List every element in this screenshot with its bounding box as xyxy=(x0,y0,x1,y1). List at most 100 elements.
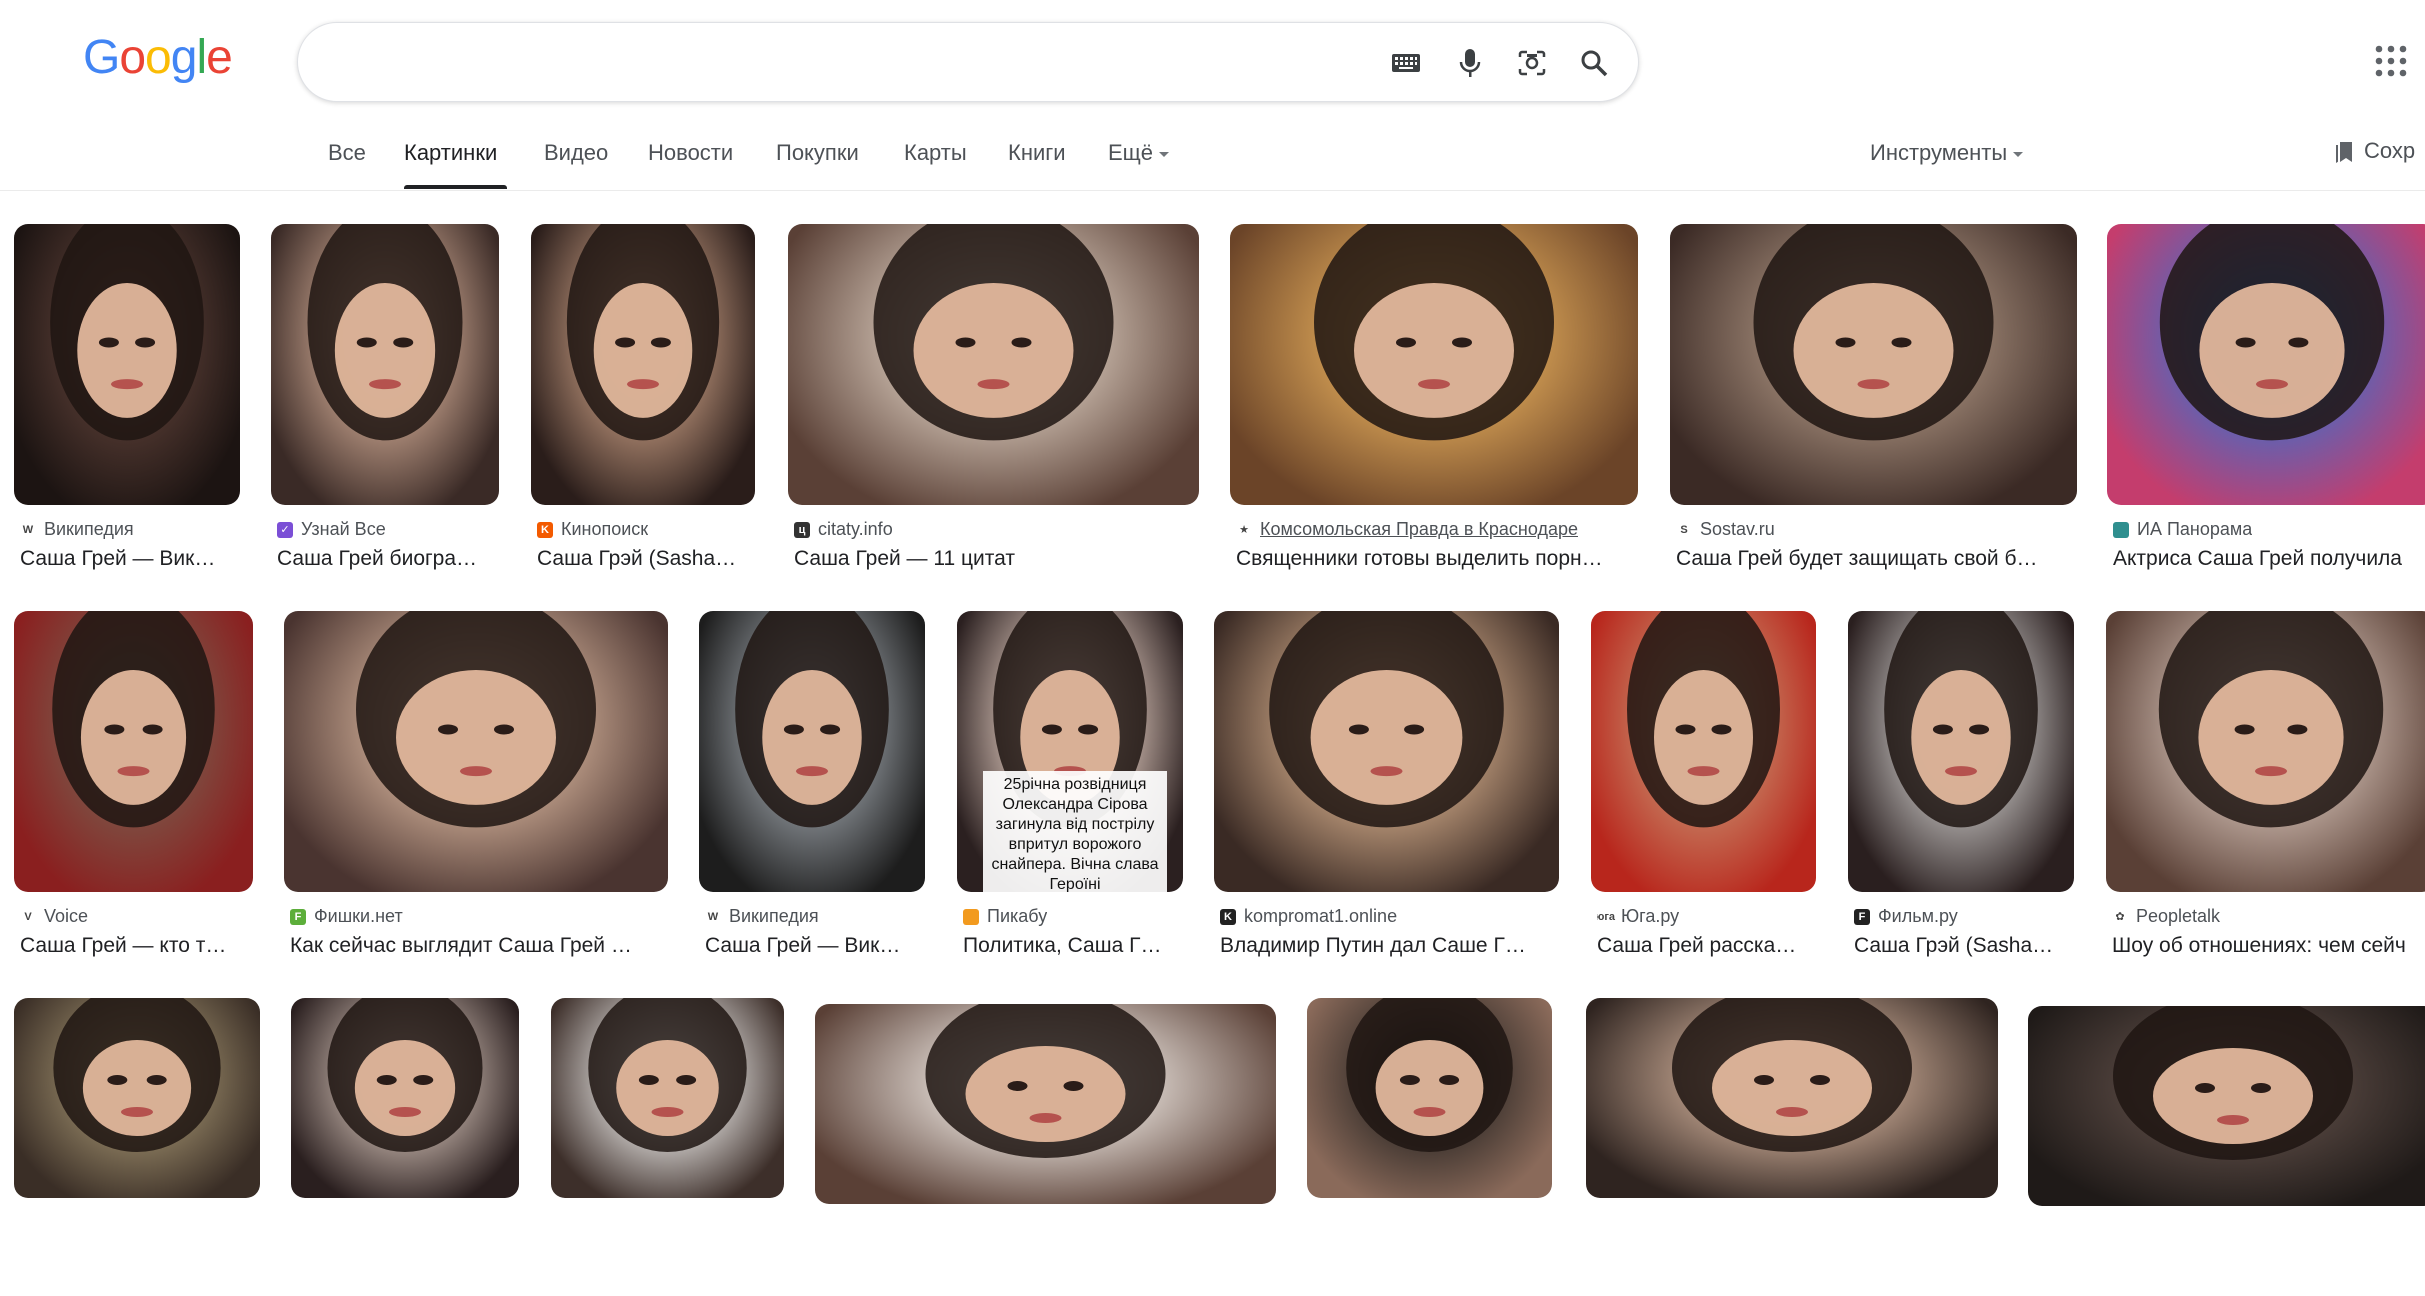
result-source[interactable]: юга Юга.ру xyxy=(1597,906,1679,927)
result-source[interactable]: Kkompromat1.online xyxy=(1220,906,1397,927)
image-result-card[interactable] xyxy=(291,998,519,1288)
result-thumbnail[interactable] xyxy=(284,611,668,892)
image-result-card[interactable] xyxy=(1586,998,1998,1288)
tab-books[interactable]: Книги xyxy=(1008,140,1066,166)
result-source[interactable]: ИА Панорама xyxy=(2113,519,2252,540)
result-thumbnail[interactable]: 25річна розвідниця Олександра Сірова заг… xyxy=(957,611,1183,892)
image-result-card[interactable]: ✿ Peopletalk Шоу об отношениях: чем сейч xyxy=(2106,611,2425,982)
result-source-name: Фишки.нет xyxy=(314,906,403,926)
tools-button[interactable]: Инструменты xyxy=(1870,140,2024,166)
image-result-card[interactable] xyxy=(14,998,260,1288)
result-title[interactable]: Саша Грэй (Sasha… xyxy=(1854,934,2053,958)
result-thumbnail[interactable] xyxy=(1307,998,1552,1198)
result-title[interactable]: Актриса Саша Грей получила xyxy=(2113,547,2402,571)
result-thumbnail[interactable] xyxy=(1670,224,2077,505)
result-thumbnail[interactable] xyxy=(2107,224,2425,505)
tab-all[interactable]: Все xyxy=(328,140,366,166)
result-title[interactable]: Как сейчас выглядит Саша Грей … xyxy=(290,934,632,958)
result-source[interactable]: ц citaty.info xyxy=(794,519,893,540)
result-thumbnail[interactable] xyxy=(1848,611,2074,892)
result-source[interactable]: V Voice xyxy=(20,906,88,927)
result-source[interactable]: S Sostav.ru xyxy=(1676,519,1775,540)
image-result-card[interactable] xyxy=(815,1004,1276,1294)
image-result-card[interactable] xyxy=(1307,998,1552,1288)
result-source[interactable]: Пикабу xyxy=(963,906,1047,927)
tab-shopping[interactable]: Покупки xyxy=(776,140,859,166)
result-title[interactable]: Владимир Путин дал Саше Г… xyxy=(1220,934,1526,958)
result-source[interactable]: F Фишки.нет xyxy=(290,906,403,927)
result-title[interactable]: Саша Грей биогра… xyxy=(277,547,477,571)
image-result-card[interactable]: Kkompromat1.online Владимир Путин дал Саш… xyxy=(1214,611,1559,982)
image-result-card[interactable]: ИА Панорама Актриса Саша Грей получила xyxy=(2107,224,2425,595)
result-title[interactable]: Саша Грей — Вик… xyxy=(20,547,215,571)
result-thumbnail[interactable] xyxy=(1591,611,1816,892)
result-source[interactable]: F Фильм.ру xyxy=(1854,906,1958,927)
keyboard-icon[interactable] xyxy=(1386,43,1426,83)
result-title[interactable]: Саша Грей — 11 цитат xyxy=(794,547,1015,571)
result-thumbnail[interactable] xyxy=(14,224,240,505)
result-thumbnail[interactable] xyxy=(1230,224,1638,505)
tab-more[interactable]: Ещё xyxy=(1108,140,1170,166)
result-source[interactable]: W Википедия xyxy=(705,906,819,927)
result-source[interactable]: ✓ Узнай Все xyxy=(277,519,386,540)
result-title[interactable]: Священники готовы выделить порн… xyxy=(1236,547,1603,571)
lens-icon[interactable] xyxy=(1512,43,1552,83)
photo-placeholder xyxy=(356,611,596,828)
site-favicon-icon xyxy=(2113,521,2129,538)
mic-icon[interactable] xyxy=(1450,43,1490,83)
search-input[interactable] xyxy=(328,41,1332,87)
result-title[interactable]: Саша Грей — кто т… xyxy=(20,934,226,958)
result-title[interactable]: Саша Грей расска… xyxy=(1597,934,1796,958)
image-result-card[interactable]: F Фишки.нет Как сейчас выглядит Саша Грей … xyxy=(284,611,668,982)
tab-images[interactable]: Картинки xyxy=(404,140,497,166)
result-title[interactable]: Шоу об отношениях: чем сейч xyxy=(2112,934,2406,958)
tab-news[interactable]: Новости xyxy=(648,140,733,166)
result-thumbnail[interactable] xyxy=(2028,1006,2425,1206)
saved-label: Сохр xyxy=(2364,138,2416,163)
result-source[interactable]: ✿ Peopletalk xyxy=(2112,906,2220,927)
result-title[interactable]: Саша Грей — Вик… xyxy=(705,934,900,958)
result-thumbnail[interactable] xyxy=(551,998,784,1198)
result-thumbnail[interactable] xyxy=(14,998,260,1198)
result-thumbnail[interactable] xyxy=(788,224,1199,505)
apps-grid-icon[interactable] xyxy=(2374,44,2408,78)
site-favicon-icon: ✿ xyxy=(2112,908,2128,925)
search-tabs: Все Картинки Видео Новости Покупки Карты… xyxy=(0,130,2425,190)
result-title[interactable]: Саша Грей будет защищать свой б… xyxy=(1676,547,2038,571)
image-result-card[interactable]: K Кинопоиск Саша Грэй (Sasha… xyxy=(531,224,755,595)
image-result-card[interactable] xyxy=(551,998,784,1288)
result-source[interactable]: ★ Комсомольская Правда в Краснодаре xyxy=(1236,519,1578,540)
site-favicon-icon: ✓ xyxy=(277,521,293,538)
image-result-card[interactable]: ✓ Узнай Все Саша Грей биогра… xyxy=(271,224,499,595)
image-result-card[interactable]: W Википедия Саша Грей — Вик… xyxy=(699,611,925,982)
result-thumbnail[interactable] xyxy=(1586,998,1998,1198)
result-thumbnail[interactable] xyxy=(2106,611,2425,892)
result-thumbnail[interactable] xyxy=(14,611,253,892)
result-title[interactable]: Саша Грэй (Sasha… xyxy=(537,547,736,571)
result-thumbnail[interactable] xyxy=(1214,611,1559,892)
search-box[interactable] xyxy=(297,22,1639,102)
result-source[interactable]: K Кинопоиск xyxy=(537,519,648,540)
image-result-card[interactable]: W Википедия Саша Грей — Вик… xyxy=(14,224,240,595)
image-result-card[interactable]: ц citaty.info Саша Грей — 11 цитат xyxy=(788,224,1199,595)
result-thumbnail[interactable] xyxy=(699,611,925,892)
photo-placeholder xyxy=(925,1004,1166,1158)
result-title[interactable]: Политика, Саша Г… xyxy=(963,934,1161,958)
tab-maps[interactable]: Карты xyxy=(904,140,967,166)
search-icon[interactable] xyxy=(1574,43,1614,83)
result-thumbnail[interactable] xyxy=(291,998,519,1198)
google-logo[interactable]: Google xyxy=(83,34,233,82)
result-thumbnail[interactable] xyxy=(815,1004,1276,1204)
image-result-card[interactable]: F Фильм.ру Саша Грэй (Sasha… xyxy=(1848,611,2074,982)
image-result-card[interactable]: S Sostav.ru Саша Грей будет защищать свой … xyxy=(1670,224,2077,595)
image-result-card[interactable] xyxy=(2028,1006,2425,1296)
tab-video[interactable]: Видео xyxy=(544,140,608,166)
result-thumbnail[interactable] xyxy=(531,224,755,505)
image-result-card[interactable]: ★ Комсомольская Правда в Краснодаре Священ… xyxy=(1230,224,1638,595)
image-result-card[interactable]: V Voice Саша Грей — кто т… xyxy=(14,611,253,982)
image-result-card[interactable]: юга Юга.ру Саша Грей расска… xyxy=(1591,611,1816,982)
result-source[interactable]: W Википедия xyxy=(20,519,134,540)
image-result-card[interactable]: 25річна розвідниця Олександра Сірова заг… xyxy=(957,611,1183,982)
result-thumbnail[interactable] xyxy=(271,224,499,505)
saved-button[interactable]: Сохр xyxy=(2334,138,2415,164)
